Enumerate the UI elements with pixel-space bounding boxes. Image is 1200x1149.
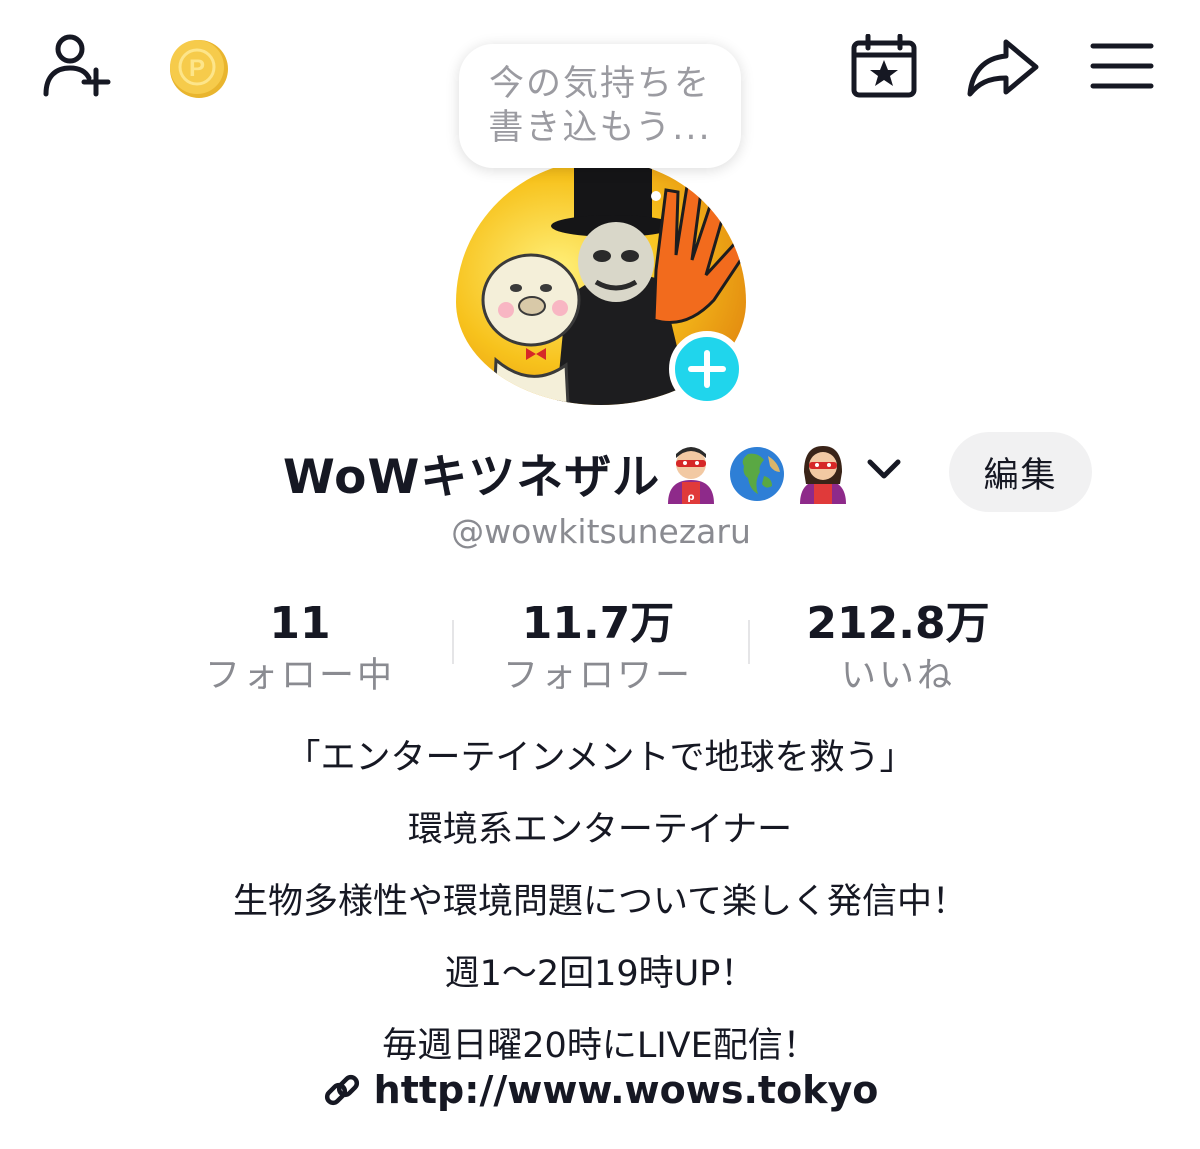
svg-text:ρ: ρ <box>687 492 694 503</box>
add-story-button[interactable] <box>669 331 745 407</box>
stat-value: 212.8万 <box>806 598 990 649</box>
svg-text:P: P <box>189 55 205 82</box>
stat-label: フォロー中 <box>204 656 395 696</box>
superhero-woman-emoji <box>800 446 846 504</box>
share-icon[interactable] <box>966 36 1040 98</box>
avatar-container <box>456 160 746 407</box>
profile-screen: P 今の気持ちを 書き込もう... WoWキツネザル ρ 編集 @wowkits… <box>0 0 1200 1149</box>
stat-likes[interactable]: 212.8万 いいね <box>748 596 1048 700</box>
link-icon <box>324 1074 359 1106</box>
mood-placeholder-line-2: 書き込もう... <box>488 108 712 148</box>
bio-line: 「エンターテインメントで地球を救う」 <box>285 738 915 778</box>
bio-line: 週1〜2回19時UP！ <box>444 954 756 994</box>
globe-europe-africa-emoji <box>730 447 784 501</box>
bio-line: 環境系エンターテイナー <box>407 810 793 850</box>
stat-value: 11 <box>269 598 331 649</box>
chevron-down-icon[interactable] <box>864 454 904 484</box>
stat-value: 11.7万 <box>521 598 675 649</box>
menu-icon[interactable] <box>1090 40 1154 92</box>
bio-link[interactable]: http://www.wows.tokyo <box>0 1068 1200 1112</box>
plus-icon <box>688 350 726 388</box>
mood-placeholder-line-1: 今の気持ちを <box>488 64 711 104</box>
superhero-man-emoji: ρ <box>668 447 714 504</box>
stat-followers[interactable]: 11.7万 フォロワー <box>448 596 748 700</box>
stat-following[interactable]: 11 フォロー中 <box>150 596 450 700</box>
bio-line: 生物多様性や環境問題について楽しく発信中！ <box>233 882 967 922</box>
username: @wowkitsunezaru <box>451 512 751 551</box>
calendar-star-icon[interactable] <box>849 34 919 98</box>
bio-link-text[interactable]: http://www.wows.tokyo <box>374 1068 879 1112</box>
coin-icon[interactable]: P <box>168 38 230 100</box>
mood-note-bubble[interactable]: 今の気持ちを 書き込もう... <box>459 44 741 168</box>
add-friend-icon[interactable] <box>40 32 116 98</box>
display-name[interactable]: WoWキツネザル <box>283 438 660 507</box>
name-row: WoWキツネザル ρ 編集 <box>0 432 1200 512</box>
stat-label: フォロワー <box>502 656 693 696</box>
edit-profile-button[interactable]: 編集 <box>949 432 1092 512</box>
bio: 「エンターテインメントで地球を救う」 環境系エンターテイナー 生物多様性や環境問… <box>0 722 1200 1082</box>
stat-label: いいね <box>840 656 955 696</box>
